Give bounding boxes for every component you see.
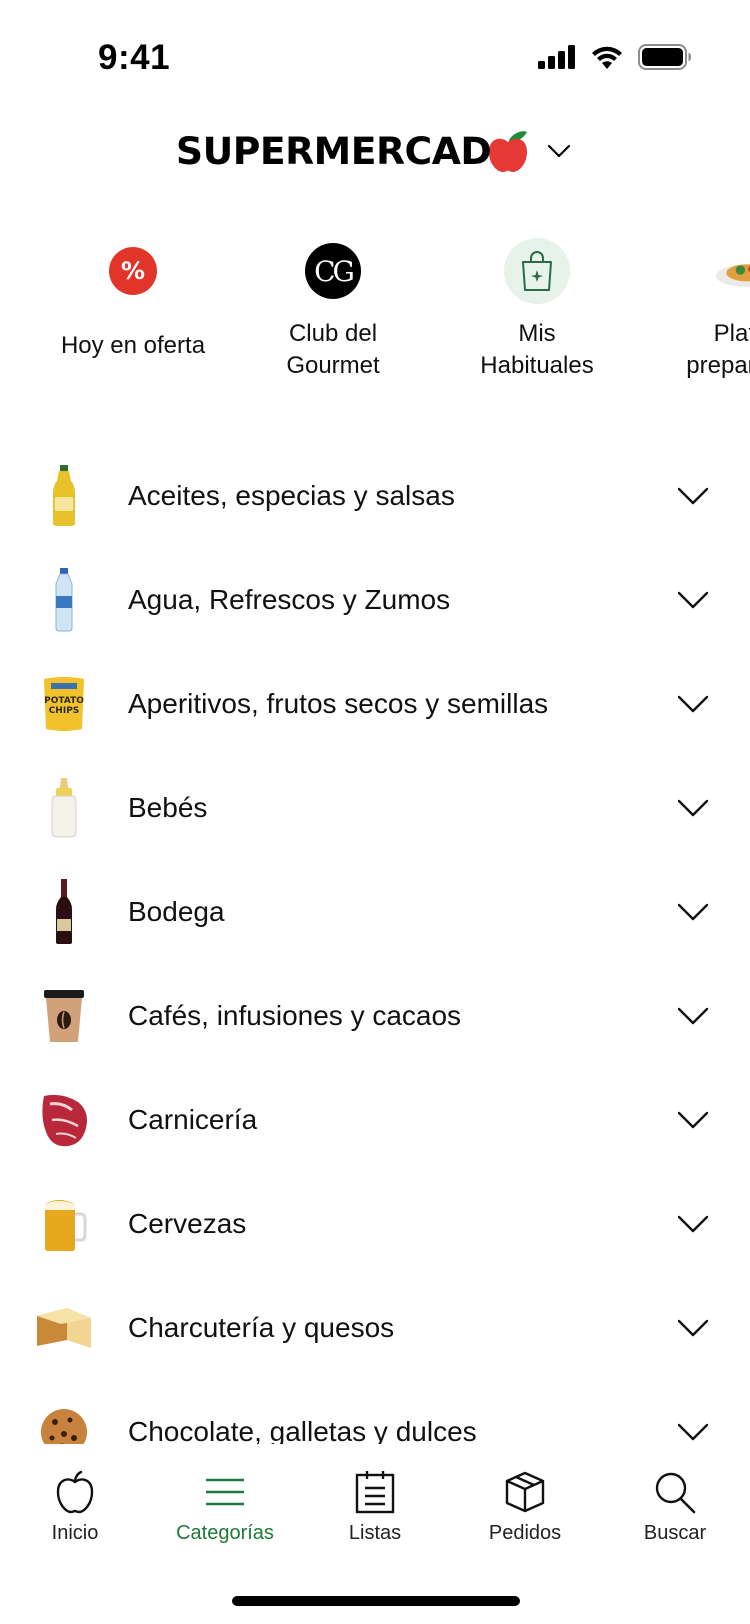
category-label: Charcutería y quesos (128, 1312, 395, 1343)
club-gourmet-logo-icon: CG (300, 238, 366, 304)
category-label: Bodega (128, 896, 225, 927)
category-label: Carnicería (128, 1104, 258, 1135)
chevron-down-icon[interactable] (677, 487, 709, 505)
tab-buscar[interactable]: Buscar (600, 1470, 750, 1545)
chevron-down-icon[interactable] (677, 1423, 709, 1441)
shortcut-label: Platos preparados (686, 320, 750, 379)
status-icons (538, 44, 692, 70)
category-row[interactable]: Agua, Refrescos y Zumos (0, 548, 750, 652)
menu-lines-icon (206, 1478, 244, 1506)
chevron-down-icon[interactable] (677, 799, 709, 817)
category-label: Cervezas (128, 1208, 247, 1239)
baby-bottle-icon (34, 773, 94, 843)
category-row[interactable]: POTATO CHIPS Aperitivos, frutos secos y … (0, 652, 750, 756)
tab-label: Buscar (643, 1522, 707, 1544)
oil-bottle-icon (34, 461, 94, 531)
chevron-down-icon[interactable] (677, 1111, 709, 1129)
category-label: Bebés (128, 792, 208, 823)
svg-text:CG: CG (314, 255, 353, 288)
category-row[interactable]: Cervezas (0, 1172, 750, 1276)
chevron-down-icon[interactable] (677, 1319, 709, 1337)
shortcut-label: Mis Habituales (480, 320, 594, 379)
list-calendar-icon (355, 1471, 395, 1514)
brand-apple-icon (488, 131, 527, 172)
category-row[interactable]: Chocolate, galletas y dulces (0, 1380, 750, 1444)
prepared-dish-icon (714, 238, 750, 304)
tab-label: Categorías (176, 1522, 274, 1544)
category-row[interactable]: Bebés (0, 756, 750, 860)
cookie-icon (34, 1397, 94, 1444)
wifi-icon (592, 46, 622, 69)
category-label: Agua, Refrescos y Zumos (128, 584, 451, 615)
shortcut-label: Club del Gourmet (286, 320, 380, 379)
cheese-icon (34, 1293, 94, 1363)
svg-text:POTATO: POTATO (44, 696, 84, 706)
chevron-down-icon[interactable] (677, 591, 709, 609)
quick-shortcuts: % Hoy en oferta CG Club del Gourmet Mis … (0, 238, 750, 388)
category-row[interactable]: Charcutería y quesos (0, 1276, 750, 1380)
home-indicator (232, 1596, 520, 1606)
category-row[interactable]: Bodega (0, 860, 750, 964)
shortcut-mis-habituales[interactable]: Mis Habituales (442, 238, 632, 382)
beer-mug-icon (34, 1189, 94, 1259)
chevron-down-icon[interactable] (677, 1215, 709, 1233)
category-row[interactable]: Cafés, infusiones y cacaos (0, 964, 750, 1068)
apple-icon (56, 1470, 94, 1514)
shortcut-platos-preparados[interactable]: Platos preparados (652, 238, 750, 382)
shopping-bag-sparkle-icon (504, 238, 570, 304)
tab-label: Pedidos (488, 1522, 562, 1544)
tab-pedidos[interactable]: Pedidos (450, 1470, 600, 1545)
tab-categorias[interactable]: Categorías (150, 1470, 300, 1545)
battery-icon (638, 44, 691, 70)
shortcut-club-del-gourmet[interactable]: CG Club del Gourmet (238, 238, 428, 382)
coffee-cup-icon (34, 981, 94, 1051)
percent-badge-icon: % (100, 238, 166, 304)
svg-text:CHIPS: CHIPS (49, 706, 80, 716)
category-list: Aceites, especias y salsas Agua, Refresc… (0, 444, 750, 1444)
tab-listas[interactable]: Listas (300, 1470, 450, 1545)
water-bottle-icon (34, 565, 94, 635)
tab-inicio[interactable]: Inicio (0, 1470, 150, 1545)
search-icon (655, 1472, 696, 1514)
chevron-down-icon[interactable] (677, 903, 709, 921)
category-row[interactable]: Aceites, especias y salsas (0, 444, 750, 548)
meat-steak-icon (34, 1085, 94, 1155)
category-row[interactable]: Carnicería (0, 1068, 750, 1172)
brand-logo-text: SUPERMERCAD (176, 129, 492, 173)
chevron-down-icon[interactable] (547, 144, 571, 158)
chevron-down-icon[interactable] (677, 1007, 709, 1025)
category-label: Cafés, infusiones y cacaos (128, 1000, 462, 1031)
chevron-down-icon[interactable] (677, 695, 709, 713)
cellular-signal-icon (538, 45, 575, 69)
svg-text:%: % (121, 257, 145, 285)
shortcut-label: Hoy en oferta (60, 332, 206, 359)
store-selector[interactable]: SUPERMERCAD (0, 128, 750, 174)
wine-bottle-icon (34, 877, 94, 947)
shortcut-hoy-en-oferta[interactable]: % Hoy en oferta (38, 238, 228, 362)
category-label: Aceites, especias y salsas (128, 480, 455, 511)
package-box-icon (505, 1471, 545, 1513)
category-label: Chocolate, galletas y dulces (128, 1416, 477, 1444)
status-time: 9:41 (98, 38, 171, 77)
category-label: Aperitivos, frutos secos y semillas (128, 688, 549, 719)
potato-chips-icon: POTATO CHIPS (34, 669, 94, 739)
tab-label: Inicio (51, 1522, 99, 1544)
tab-label: Listas (348, 1522, 402, 1544)
status-bar: 9:41 (0, 0, 750, 110)
